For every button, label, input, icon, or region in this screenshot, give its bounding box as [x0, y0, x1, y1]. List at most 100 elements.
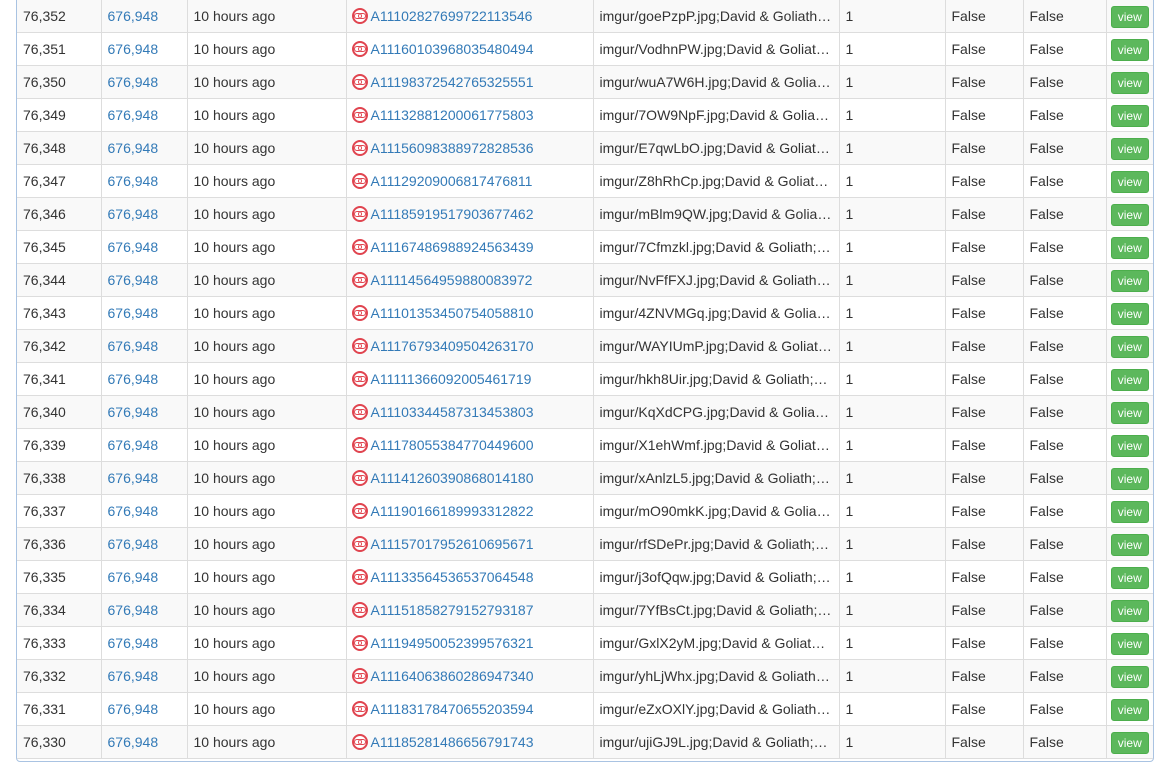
hit-link[interactable]: A11156098388972828536 [371, 140, 534, 156]
batch-link[interactable]: 676,948 [108, 74, 159, 90]
action-cell: view [1106, 527, 1153, 561]
row-id-text: 76,331 [23, 701, 66, 717]
view-button[interactable]: view [1110, 534, 1149, 557]
batch-link[interactable]: 676,948 [108, 503, 159, 519]
input-text: imgur/xAnlzL5.jpg;David & Goliath;Classi… [599, 470, 839, 486]
hit-link[interactable]: A11185281486656791743 [371, 734, 534, 750]
hit-link[interactable]: A11176793409504263170 [371, 338, 534, 354]
view-button[interactable]: view [1110, 336, 1149, 359]
hit-link[interactable]: A11141260390868014180 [371, 470, 534, 486]
view-button[interactable]: view [1110, 6, 1149, 29]
batch-link[interactable]: 676,948 [108, 602, 159, 618]
hit-link[interactable]: A11103344587313453803 [371, 404, 534, 420]
batch-link[interactable]: 676,948 [108, 8, 159, 24]
time-cell: 10 hours ago [187, 527, 347, 561]
hit-link[interactable]: A11167486988924563439 [371, 239, 534, 255]
view-button[interactable]: view [1110, 270, 1149, 293]
input-text: imgur/eZxOXlY.jpg;David & Goliath;Classi… [599, 701, 839, 717]
batch-link[interactable]: 676,948 [108, 338, 159, 354]
hit-link[interactable]: A11194950052399576321 [371, 635, 534, 651]
input-cell: imgur/7YfBsCt.jpg;David & Goliath;Classi… [593, 593, 840, 627]
view-button[interactable]: view [1110, 369, 1149, 392]
view-button[interactable]: view [1110, 600, 1149, 623]
input-text: imgur/yhLjWhx.jpg;David & Goliath;Classi… [599, 668, 839, 684]
batch-link[interactable]: 676,948 [108, 41, 159, 57]
count-value: 1 [845, 140, 854, 156]
batch-link[interactable]: 676,948 [108, 140, 159, 156]
time-cell: 10 hours ago [187, 725, 347, 759]
batch-link[interactable]: 676,948 [108, 437, 159, 453]
count-cell: 1 [839, 263, 946, 297]
input-cell: imgur/xAnlzL5.jpg;David & Goliath;Classi… [593, 461, 840, 495]
count-value: 1 [845, 437, 854, 453]
link-icon [351, 668, 368, 684]
view-button[interactable]: view [1110, 468, 1149, 491]
batch-link[interactable]: 676,948 [108, 305, 159, 321]
flag1-value: False [951, 41, 986, 57]
count-value: 1 [845, 8, 854, 24]
flag1-value: False [951, 74, 986, 90]
hit-link[interactable]: A11198372542765325551 [371, 74, 534, 90]
table-row: 76,350 676,948 10 hours ago A11198372542… [17, 65, 1153, 99]
batch-link[interactable]: 676,948 [108, 635, 159, 651]
hit-link[interactable]: A11133564536537064548 [371, 569, 534, 585]
view-button[interactable]: view [1110, 732, 1149, 755]
hit-link[interactable]: A11129209006817476811 [371, 173, 533, 189]
view-button[interactable]: view [1110, 105, 1149, 128]
hit-link[interactable]: A11157017952610695671 [371, 536, 534, 552]
batch-link[interactable]: 676,948 [108, 371, 159, 387]
batch-link[interactable]: 676,948 [108, 107, 159, 123]
view-button[interactable]: view [1110, 303, 1149, 326]
time-cell: 10 hours ago [187, 0, 347, 33]
batch-link[interactable]: 676,948 [108, 239, 159, 255]
row-id-text: 76,332 [23, 668, 66, 684]
batch-link[interactable]: 676,948 [108, 569, 159, 585]
table-row: 76,345 676,948 10 hours ago A11167486988… [17, 230, 1153, 264]
batch-link[interactable]: 676,948 [108, 470, 159, 486]
hit-link[interactable]: A11114564959880083972 [371, 272, 533, 288]
hit-link[interactable]: A11183178470655203594 [371, 701, 534, 717]
batch-link[interactable]: 676,948 [108, 206, 159, 222]
batch-link[interactable]: 676,948 [108, 536, 159, 552]
batch-link[interactable]: 676,948 [108, 272, 159, 288]
batch-link[interactable]: 676,948 [108, 404, 159, 420]
hit-link[interactable]: A11111366092005461719 [371, 371, 532, 387]
action-cell: view [1106, 329, 1153, 363]
timestamp: 10 hours ago [193, 503, 276, 519]
view-button[interactable]: view [1110, 39, 1149, 62]
input-text: imgur/KqXdCPG.jpg;David & Goliath;Classi… [599, 404, 839, 420]
table-row: 76,348 676,948 10 hours ago A11156098388… [17, 131, 1153, 165]
view-button[interactable]: view [1110, 633, 1149, 656]
view-button[interactable]: view [1110, 237, 1149, 260]
view-button[interactable]: view [1110, 501, 1149, 524]
hit-link[interactable]: A11101353450754058810 [371, 305, 534, 321]
batch-link[interactable]: 676,948 [108, 701, 159, 717]
view-button[interactable]: view [1110, 666, 1149, 689]
hit-link[interactable]: A11185919517903677462 [371, 206, 534, 222]
timestamp: 10 hours ago [193, 734, 276, 750]
view-button[interactable]: view [1110, 72, 1149, 95]
flag2-cell: False [1023, 329, 1107, 363]
batch-cell: 676,948 [101, 32, 188, 66]
view-button[interactable]: view [1110, 435, 1149, 458]
flag1-value: False [951, 338, 986, 354]
input-text: imgur/E7qwLbO.jpg;David & Goliath;Classi… [599, 140, 839, 156]
batch-link[interactable]: 676,948 [108, 734, 159, 750]
batch-link[interactable]: 676,948 [108, 173, 159, 189]
view-button[interactable]: view [1110, 402, 1149, 425]
view-button[interactable]: view [1110, 699, 1149, 722]
hit-link[interactable]: A11102827699722113546 [371, 8, 533, 24]
view-button[interactable]: view [1110, 567, 1149, 590]
view-button[interactable]: view [1110, 138, 1149, 161]
hit-link[interactable]: A11178055384770449600 [371, 437, 534, 453]
link-icon [351, 206, 368, 222]
hit-link[interactable]: A11164063860286947340 [371, 668, 534, 684]
view-button[interactable]: view [1110, 204, 1149, 227]
hit-link[interactable]: A11132881200061775803 [371, 107, 534, 123]
hit-link[interactable]: A11160103968035480494 [371, 41, 534, 57]
hit-link[interactable]: A11151858279152793187 [371, 602, 534, 618]
hit-link[interactable]: A11190166189993312822 [371, 503, 534, 519]
input-cell: imgur/WAYIUmP.jpg;David & Goliath;Classi… [593, 329, 840, 363]
batch-link[interactable]: 676,948 [108, 668, 159, 684]
view-button[interactable]: view [1110, 171, 1149, 194]
